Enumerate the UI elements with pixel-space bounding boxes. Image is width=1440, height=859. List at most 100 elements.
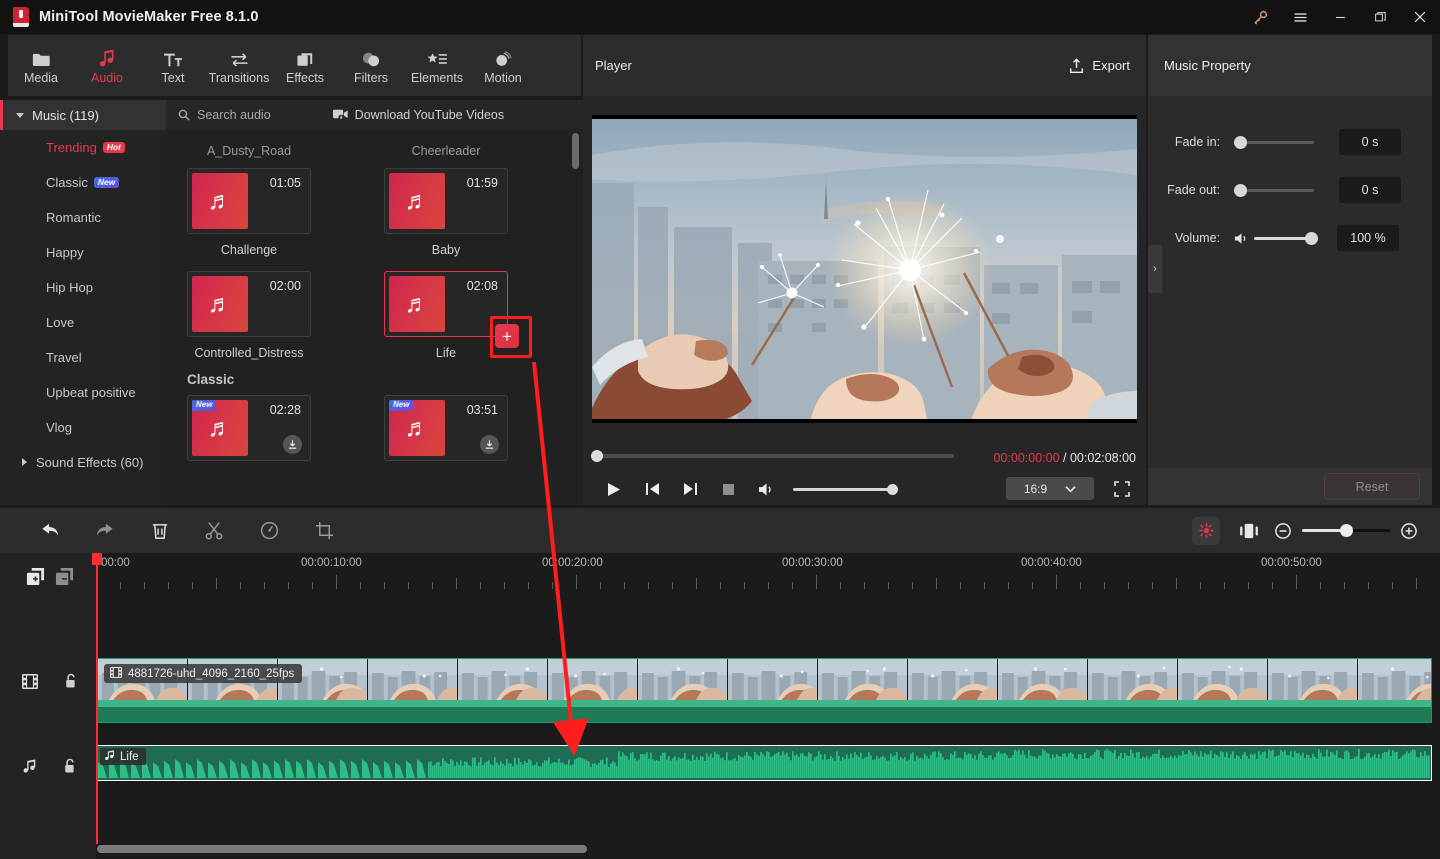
ruler-label: 00:00 bbox=[101, 557, 130, 569]
audio-card[interactable]: ♬ 02:00 bbox=[187, 271, 311, 337]
next-frame-icon[interactable] bbox=[671, 475, 709, 503]
seek-knob[interactable] bbox=[591, 450, 603, 462]
sidebar-item-trending[interactable]: Trending Hot bbox=[0, 130, 166, 165]
ribbon-tab-audio[interactable]: Audio bbox=[74, 35, 140, 96]
fade-out-knob[interactable] bbox=[1234, 183, 1247, 197]
playhead[interactable] bbox=[92, 553, 102, 844]
chevron-down-icon bbox=[16, 112, 24, 118]
audio-card[interactable]: New ♬ 02:28 bbox=[187, 395, 311, 461]
fit-icon bbox=[1240, 523, 1258, 538]
ribbon-tab-elements[interactable]: Elements bbox=[404, 35, 470, 96]
zoom-out-button[interactable] bbox=[1266, 508, 1300, 553]
reset-button[interactable]: Reset bbox=[1324, 473, 1420, 500]
volume-icon[interactable] bbox=[747, 475, 785, 503]
search-input[interactable]: Search audio bbox=[178, 108, 271, 122]
volume-icon[interactable] bbox=[1234, 232, 1249, 245]
redo-button[interactable] bbox=[77, 508, 132, 553]
minimize-icon[interactable] bbox=[1320, 0, 1360, 34]
seek-bar[interactable] bbox=[591, 450, 954, 462]
audio-duration: 01:05 bbox=[269, 176, 301, 190]
maximize-icon[interactable] bbox=[1360, 0, 1400, 34]
audio-waveform bbox=[98, 749, 1430, 778]
volume-knob[interactable] bbox=[887, 483, 898, 495]
library-row-cut: A_Dusty_Road Cheerleader bbox=[166, 135, 583, 158]
sidebar-group-sound-effects[interactable]: Sound Effects (60) bbox=[0, 445, 166, 479]
volume-slider[interactable] bbox=[793, 483, 898, 495]
fade-in-slider[interactable] bbox=[1234, 135, 1314, 149]
track-add-remove bbox=[0, 553, 96, 589]
sidebar-item-travel[interactable]: Travel bbox=[0, 340, 166, 375]
sidebar-item-vlog[interactable]: Vlog bbox=[0, 410, 166, 445]
fade-out-value[interactable]: 0 s bbox=[1339, 177, 1401, 203]
zoom-in-button[interactable] bbox=[1392, 508, 1426, 553]
audio-card[interactable]: ♬ 01:59 bbox=[384, 168, 508, 234]
remove-track-icon[interactable] bbox=[55, 567, 74, 589]
sidebar-group-music[interactable]: Music (119) bbox=[0, 100, 166, 130]
ribbon-tab-transitions[interactable]: Transitions bbox=[206, 35, 272, 96]
unlock-icon[interactable] bbox=[64, 673, 78, 692]
speed-button[interactable] bbox=[242, 508, 297, 553]
fullscreen-button[interactable] bbox=[1110, 477, 1134, 500]
sidebar-item-love[interactable]: Love bbox=[0, 305, 166, 340]
export-button[interactable]: Export bbox=[1069, 57, 1130, 74]
ribbon-tab-label: Transitions bbox=[208, 71, 270, 85]
video-preview[interactable] bbox=[592, 114, 1137, 423]
unlock-icon[interactable] bbox=[63, 758, 77, 777]
ribbon-tab-effects[interactable]: Effects bbox=[272, 35, 338, 96]
sidebar-item-upbeat-positive[interactable]: Upbeat positive bbox=[0, 375, 166, 410]
filters-icon bbox=[361, 46, 381, 68]
player-title: Player bbox=[595, 58, 632, 73]
sidebar-item-happy[interactable]: Happy bbox=[0, 235, 166, 270]
download-youtube-button[interactable]: Download YouTube Videos bbox=[332, 108, 504, 122]
close-icon[interactable] bbox=[1400, 0, 1440, 34]
ribbon-tab-text[interactable]: Text bbox=[140, 35, 206, 96]
delete-button[interactable] bbox=[132, 508, 187, 553]
library-card-classic-1: New ♬ 02:28 bbox=[187, 395, 363, 461]
previous-frame-icon[interactable] bbox=[633, 475, 671, 503]
fade-in-knob[interactable] bbox=[1234, 135, 1247, 149]
key-icon[interactable] bbox=[1240, 0, 1280, 34]
ribbon-tab-filters[interactable]: Filters bbox=[338, 35, 404, 96]
undo-button[interactable] bbox=[22, 508, 77, 553]
download-icon[interactable] bbox=[283, 435, 302, 454]
library-scrollbar[interactable] bbox=[572, 133, 579, 169]
audio-card[interactable]: New ♬ 03:51 bbox=[384, 395, 508, 461]
add-track-icon[interactable] bbox=[26, 567, 45, 589]
audio-card[interactable]: ♬ 01:05 bbox=[187, 168, 311, 234]
volume-slider[interactable] bbox=[1254, 231, 1318, 245]
video-clip[interactable]: 4881726-uhd_4096_2160_25fps bbox=[97, 658, 1432, 723]
timeline-hscrollbar[interactable] bbox=[97, 845, 1432, 853]
aspect-ratio-select[interactable]: 16:9 bbox=[1006, 477, 1094, 500]
collapse-panel-handle[interactable]: › bbox=[1148, 245, 1162, 293]
volume-value[interactable]: 100 % bbox=[1337, 225, 1399, 251]
download-icon[interactable] bbox=[480, 435, 499, 454]
crop-button[interactable] bbox=[297, 508, 352, 553]
zoom-slider-knob[interactable] bbox=[1340, 524, 1353, 537]
film-icon bbox=[22, 673, 38, 692]
playhead-handle[interactable] bbox=[92, 553, 102, 565]
ribbon-tab-motion[interactable]: Motion bbox=[470, 35, 536, 96]
sidebar-item-label: Happy bbox=[46, 245, 84, 260]
fade-in-value[interactable]: 0 s bbox=[1339, 129, 1401, 155]
play-icon[interactable] bbox=[595, 475, 633, 503]
sidebar-item-romantic[interactable]: Romantic bbox=[0, 200, 166, 235]
volume-knob[interactable] bbox=[1305, 231, 1318, 245]
fit-timeline-button[interactable] bbox=[1232, 508, 1266, 553]
audio-clip[interactable]: Life bbox=[97, 745, 1432, 781]
auto-arrange-button[interactable] bbox=[1192, 516, 1220, 545]
folder-icon bbox=[32, 46, 51, 68]
section-title-classic: Classic bbox=[187, 372, 235, 387]
timeline-hscrollbar-thumb[interactable] bbox=[97, 845, 587, 853]
ruler-label: 00:00:40:00 bbox=[1021, 557, 1082, 569]
zoom-slider[interactable] bbox=[1302, 524, 1390, 537]
ribbon-tab-media[interactable]: Media bbox=[8, 35, 74, 96]
fade-out-slider[interactable] bbox=[1234, 183, 1314, 197]
sidebar-item-classic[interactable]: Classic New bbox=[0, 165, 166, 200]
menu-icon[interactable] bbox=[1280, 0, 1320, 34]
sidebar-item-hip-hop[interactable]: Hip Hop bbox=[0, 270, 166, 305]
annotation-highlight-box bbox=[490, 316, 532, 358]
stop-icon[interactable] bbox=[709, 475, 747, 503]
split-button[interactable] bbox=[187, 508, 242, 553]
library-toolbar: Search audio Download YouTube Videos bbox=[166, 100, 583, 129]
timeline-ruler[interactable]: 00:00 00:00:10:00 00:00:20:00 00:00:30:0… bbox=[96, 553, 1440, 595]
